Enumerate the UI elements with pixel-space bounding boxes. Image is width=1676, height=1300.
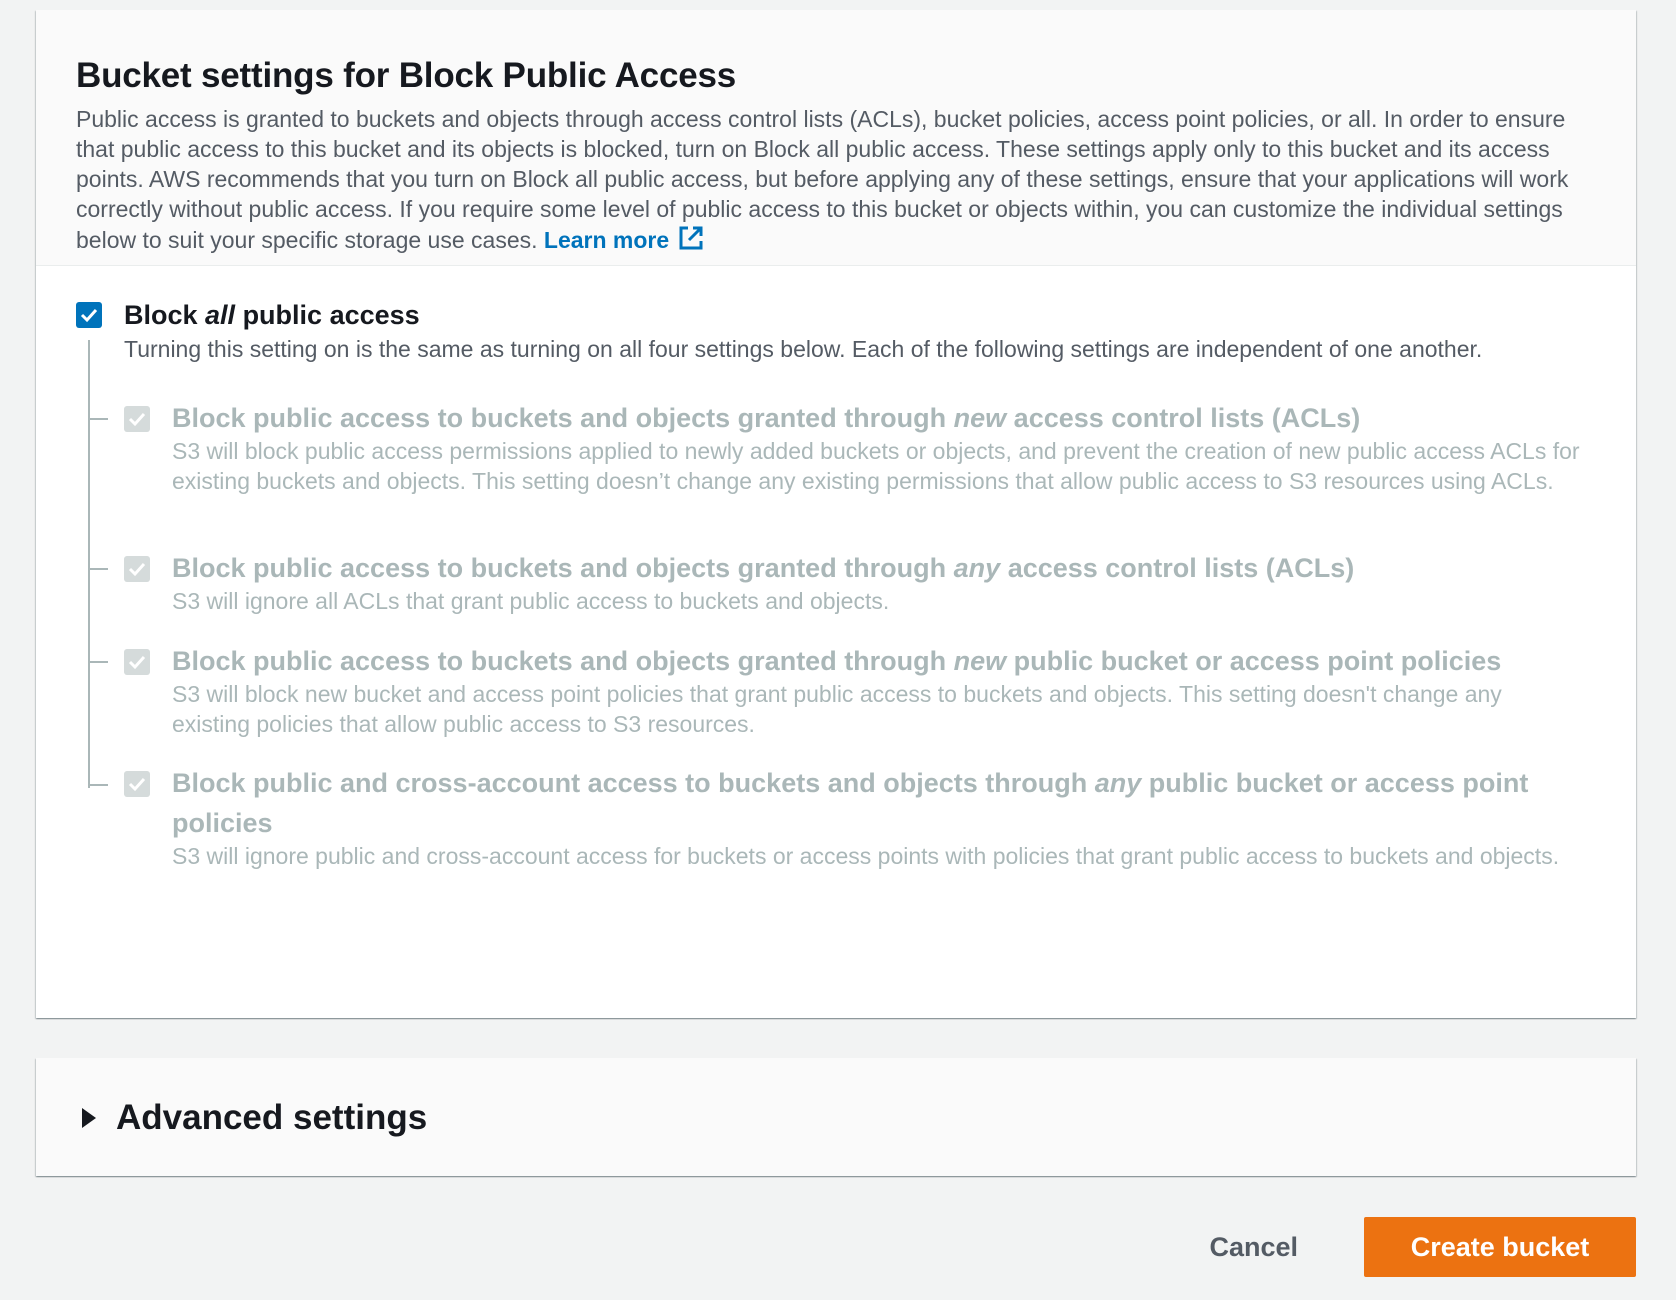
option-any-acls-checkbox[interactable]: [124, 556, 150, 582]
option-any-policies-checkbox[interactable]: [124, 771, 150, 797]
option-label: Block public and cross-account access to…: [172, 768, 1529, 838]
tree-tick: [88, 784, 108, 786]
section-description: Public access is granted to buckets and …: [76, 104, 1596, 255]
external-link-icon: [679, 226, 703, 250]
section-title: Bucket settings for Block Public Access: [76, 56, 737, 95]
description-text: Public access is granted to buckets and …: [76, 106, 1569, 253]
tree-tick: [88, 568, 108, 570]
cancel-button[interactable]: Cancel: [1179, 1217, 1328, 1277]
checkmark-icon: [128, 562, 146, 577]
block-all-hint: Turning this setting on is the same as t…: [124, 336, 1483, 362]
checkmark-icon: [128, 655, 146, 670]
block-public-access-panel: Bucket settings for Block Public Access …: [36, 10, 1636, 1018]
panel-header: Bucket settings for Block Public Access …: [36, 10, 1636, 266]
advanced-settings-toggle[interactable]: Advanced settings: [80, 1096, 427, 1140]
option-hint: S3 will ignore all ACLs that grant publi…: [172, 588, 890, 614]
option-new-policies-checkbox[interactable]: [124, 649, 150, 675]
checkmark-icon: [80, 308, 98, 323]
advanced-settings-panel: Advanced settings: [36, 1058, 1636, 1176]
option-label: Block public access to buckets and objec…: [172, 553, 1355, 583]
option-hint: S3 will block new bucket and access poin…: [172, 681, 1502, 737]
create-bucket-button[interactable]: Create bucket: [1364, 1217, 1636, 1277]
tree-tick: [88, 661, 108, 663]
advanced-settings-label: Advanced settings: [116, 1098, 428, 1137]
option-new-acls-checkbox[interactable]: [124, 406, 150, 432]
form-actions: Cancel Create bucket: [1179, 1217, 1636, 1277]
option-hint: S3 will block public access permissions …: [172, 438, 1580, 494]
checkmark-icon: [128, 412, 146, 427]
learn-more-label: Learn more: [543, 227, 670, 253]
tree-tick: [88, 418, 108, 420]
block-all-label: Block all public access: [124, 300, 420, 330]
caret-right-icon: [82, 1108, 96, 1128]
option-hint: S3 will ignore public and cross-account …: [172, 843, 1560, 869]
block-all-checkbox[interactable]: [76, 302, 102, 328]
checkmark-icon: [128, 777, 146, 792]
learn-more-link[interactable]: Learn more: [543, 226, 705, 253]
option-label: Block public access to buckets and objec…: [172, 403, 1361, 433]
option-label: Block public access to buckets and objec…: [172, 646, 1502, 676]
tree-connector: [88, 340, 90, 788]
